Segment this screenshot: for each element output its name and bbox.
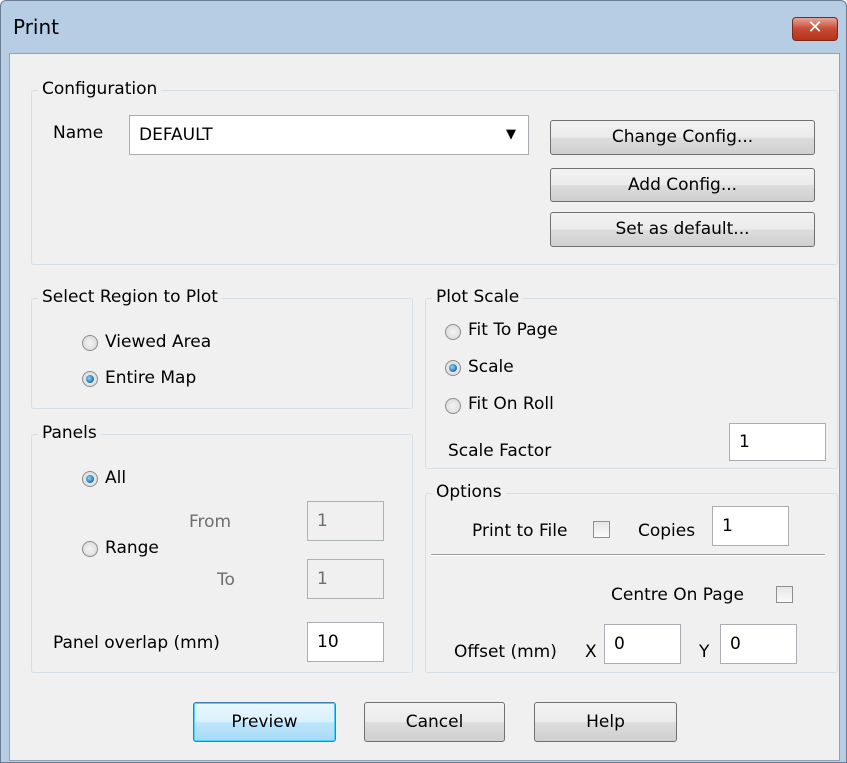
set-default-button[interactable]: Set as default... xyxy=(550,212,815,247)
print-to-file-checkbox[interactable] xyxy=(593,521,610,538)
offset-y-label: Y xyxy=(699,642,710,662)
options-group: Options Print to File Copies 1 Centre On… xyxy=(425,482,838,673)
offset-y-input[interactable]: 0 xyxy=(720,624,797,664)
print-dialog: Print ✕ Configuration Name DEFAULT ▼ Cha… xyxy=(0,0,847,763)
entire-map-radio[interactable] xyxy=(82,371,98,387)
viewed-area-label[interactable]: Viewed Area xyxy=(105,332,211,352)
panel-overlap-input[interactable]: 10 xyxy=(307,622,384,662)
offset-x-label: X xyxy=(585,642,597,662)
plot-scale-legend: Plot Scale xyxy=(432,287,524,307)
scale-factor-input[interactable]: 1 xyxy=(729,423,826,461)
close-icon: ✕ xyxy=(807,17,823,38)
centre-on-page-label: Centre On Page xyxy=(611,585,744,605)
fit-to-page-radio[interactable] xyxy=(445,324,461,340)
all-panels-label[interactable]: All xyxy=(105,468,126,488)
fit-on-roll-label[interactable]: Fit On Roll xyxy=(468,394,554,414)
copies-input[interactable]: 1 xyxy=(712,506,789,546)
to-input[interactable]: 1 xyxy=(307,559,384,599)
help-button[interactable]: Help xyxy=(534,702,677,742)
change-config-button[interactable]: Change Config... xyxy=(550,120,815,155)
range-label[interactable]: Range xyxy=(105,538,159,558)
title-bar[interactable]: Print ✕ xyxy=(1,1,846,53)
panels-group: Panels All From 1 Range To 1 Panel overl… xyxy=(31,423,413,673)
close-button[interactable]: ✕ xyxy=(792,17,838,41)
centre-on-page-checkbox[interactable] xyxy=(776,586,793,603)
options-legend: Options xyxy=(432,482,506,502)
select-region-legend: Select Region to Plot xyxy=(38,287,222,307)
to-label: To xyxy=(217,570,235,590)
panels-legend: Panels xyxy=(38,423,101,443)
chevron-down-icon[interactable]: ▼ xyxy=(506,116,516,154)
offset-label: Offset (mm) xyxy=(454,642,557,662)
fit-to-page-label[interactable]: Fit To Page xyxy=(468,320,558,340)
fit-on-roll-radio[interactable] xyxy=(445,398,461,414)
configuration-group: Configuration Name DEFAULT ▼ Change Conf… xyxy=(31,79,838,265)
dialog-body: Configuration Name DEFAULT ▼ Change Conf… xyxy=(9,53,840,761)
preview-button[interactable]: Preview xyxy=(193,702,336,742)
scale-label[interactable]: Scale xyxy=(468,357,514,377)
range-radio[interactable] xyxy=(82,541,98,557)
from-label: From xyxy=(189,512,232,532)
plot-scale-group: Plot Scale Fit To Page Scale Fit On Roll… xyxy=(425,287,838,469)
panel-overlap-label: Panel overlap (mm) xyxy=(53,633,220,653)
configuration-legend: Configuration xyxy=(38,79,162,99)
entire-map-label[interactable]: Entire Map xyxy=(105,368,196,388)
dialog-title: Print xyxy=(13,15,60,39)
add-config-button[interactable]: Add Config... xyxy=(550,168,815,202)
config-name-select[interactable]: DEFAULT ▼ xyxy=(129,115,529,155)
print-to-file-label: Print to File xyxy=(472,521,568,541)
offset-x-input[interactable]: 0 xyxy=(604,624,681,664)
options-divider xyxy=(431,554,825,556)
scale-radio[interactable] xyxy=(445,360,461,376)
cancel-button[interactable]: Cancel xyxy=(364,702,505,742)
from-input[interactable]: 1 xyxy=(307,501,384,541)
copies-label: Copies xyxy=(638,521,696,541)
all-panels-radio[interactable] xyxy=(82,471,98,487)
viewed-area-radio[interactable] xyxy=(82,335,98,351)
scale-factor-label: Scale Factor xyxy=(448,441,552,461)
name-label: Name xyxy=(53,123,104,143)
config-name-value: DEFAULT xyxy=(139,125,213,145)
select-region-group: Select Region to Plot Viewed Area Entire… xyxy=(31,287,413,409)
